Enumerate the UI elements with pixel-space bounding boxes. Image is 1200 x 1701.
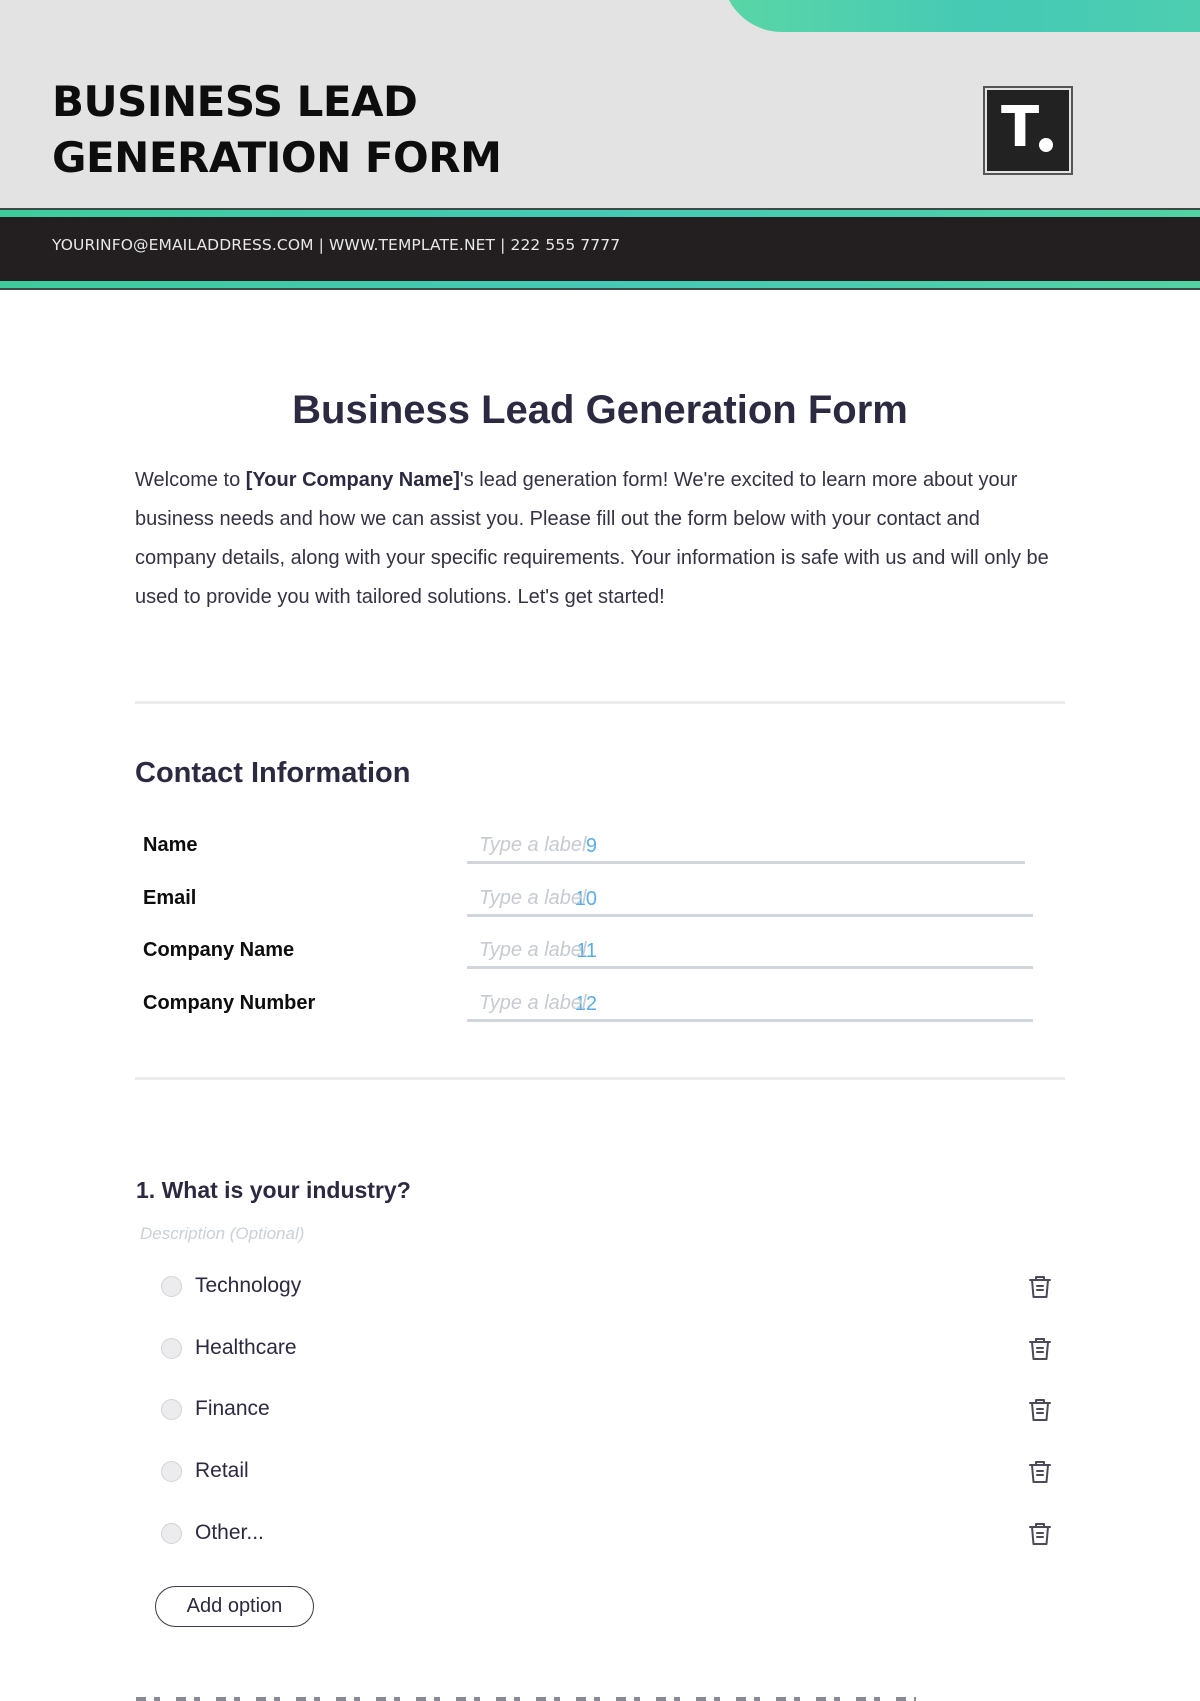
trash-icon[interactable] bbox=[1027, 1335, 1053, 1363]
field-row-company-number: Company Number 12 bbox=[135, 986, 1065, 1026]
field-label: Email bbox=[143, 887, 197, 909]
contact-section-title: Contact Information bbox=[135, 757, 411, 789]
intro-paragraph: Welcome to [Your Company Name]'s lead ge… bbox=[135, 461, 1065, 617]
band-stripe-top bbox=[0, 210, 1200, 217]
name-input[interactable] bbox=[467, 830, 1025, 864]
option-other[interactable]: Other... bbox=[160, 1514, 1051, 1554]
field-label: Company Number bbox=[143, 992, 316, 1014]
company-name-placeholder: [Your Company Name] bbox=[245, 469, 460, 491]
radio-button[interactable] bbox=[161, 1399, 182, 1420]
section-divider bbox=[135, 701, 1065, 704]
option-label[interactable]: Retail bbox=[195, 1459, 249, 1483]
option-label[interactable]: Other... bbox=[195, 1521, 264, 1545]
next-question-partial-text bbox=[136, 1697, 916, 1701]
trash-icon[interactable] bbox=[1027, 1396, 1053, 1424]
radio-button[interactable] bbox=[161, 1523, 182, 1544]
field-label: Name bbox=[143, 834, 198, 856]
option-technology[interactable]: Technology bbox=[160, 1267, 1051, 1307]
option-label[interactable]: Technology bbox=[195, 1274, 301, 1298]
form-title: Business Lead Generation Form bbox=[292, 388, 908, 432]
header-title-line-2: GENERATION FORM bbox=[52, 133, 502, 182]
radio-button[interactable] bbox=[161, 1338, 182, 1359]
contact-info-line: YOURINFO@EMAILADDRESS.COM | WWW.TEMPLATE… bbox=[52, 236, 621, 254]
option-retail[interactable]: Retail bbox=[160, 1452, 1051, 1492]
logo-dot bbox=[1039, 138, 1053, 152]
intro-prefix: Welcome to bbox=[135, 469, 246, 491]
field-label: Company Name bbox=[143, 939, 295, 961]
company-name-input[interactable] bbox=[467, 935, 1033, 969]
field-row-name: Name 9 bbox=[135, 828, 1065, 868]
company-logo: T bbox=[983, 86, 1073, 175]
next-question-clipped bbox=[136, 1690, 936, 1701]
section-divider bbox=[135, 1077, 1065, 1080]
band-edge-bottom bbox=[0, 288, 1200, 290]
option-healthcare[interactable]: Healthcare bbox=[160, 1329, 1051, 1369]
option-finance[interactable]: Finance bbox=[160, 1390, 1051, 1430]
radio-button[interactable] bbox=[161, 1461, 182, 1482]
field-row-email: Email 10 bbox=[135, 881, 1065, 921]
logo-letter: T bbox=[1001, 95, 1040, 160]
field-row-company-name: Company Name 11 bbox=[135, 933, 1065, 973]
header-title-line-1: BUSINESS LEAD bbox=[52, 77, 418, 126]
header-accent-shape bbox=[722, 0, 1200, 32]
question-title[interactable]: 1. What is your industry? bbox=[136, 1177, 411, 1204]
document-header: BUSINESS LEAD GENERATION FORM T bbox=[0, 0, 1200, 208]
contact-band: YOURINFO@EMAILADDRESS.COM | WWW.TEMPLATE… bbox=[0, 208, 1200, 290]
option-label[interactable]: Healthcare bbox=[195, 1336, 297, 1360]
email-input[interactable] bbox=[467, 883, 1033, 917]
trash-icon[interactable] bbox=[1027, 1458, 1053, 1486]
trash-icon[interactable] bbox=[1027, 1273, 1053, 1301]
trash-icon[interactable] bbox=[1027, 1520, 1053, 1548]
logo-icon: T bbox=[987, 90, 1069, 171]
band-stripe-bottom bbox=[0, 281, 1200, 288]
radio-button[interactable] bbox=[161, 1276, 182, 1297]
header-title: BUSINESS LEAD GENERATION FORM bbox=[52, 74, 612, 186]
question-description-placeholder[interactable]: Description (Optional) bbox=[140, 1224, 304, 1244]
option-label[interactable]: Finance bbox=[195, 1397, 270, 1421]
company-number-input[interactable] bbox=[467, 988, 1033, 1022]
add-option-button[interactable]: Add option bbox=[155, 1586, 314, 1627]
